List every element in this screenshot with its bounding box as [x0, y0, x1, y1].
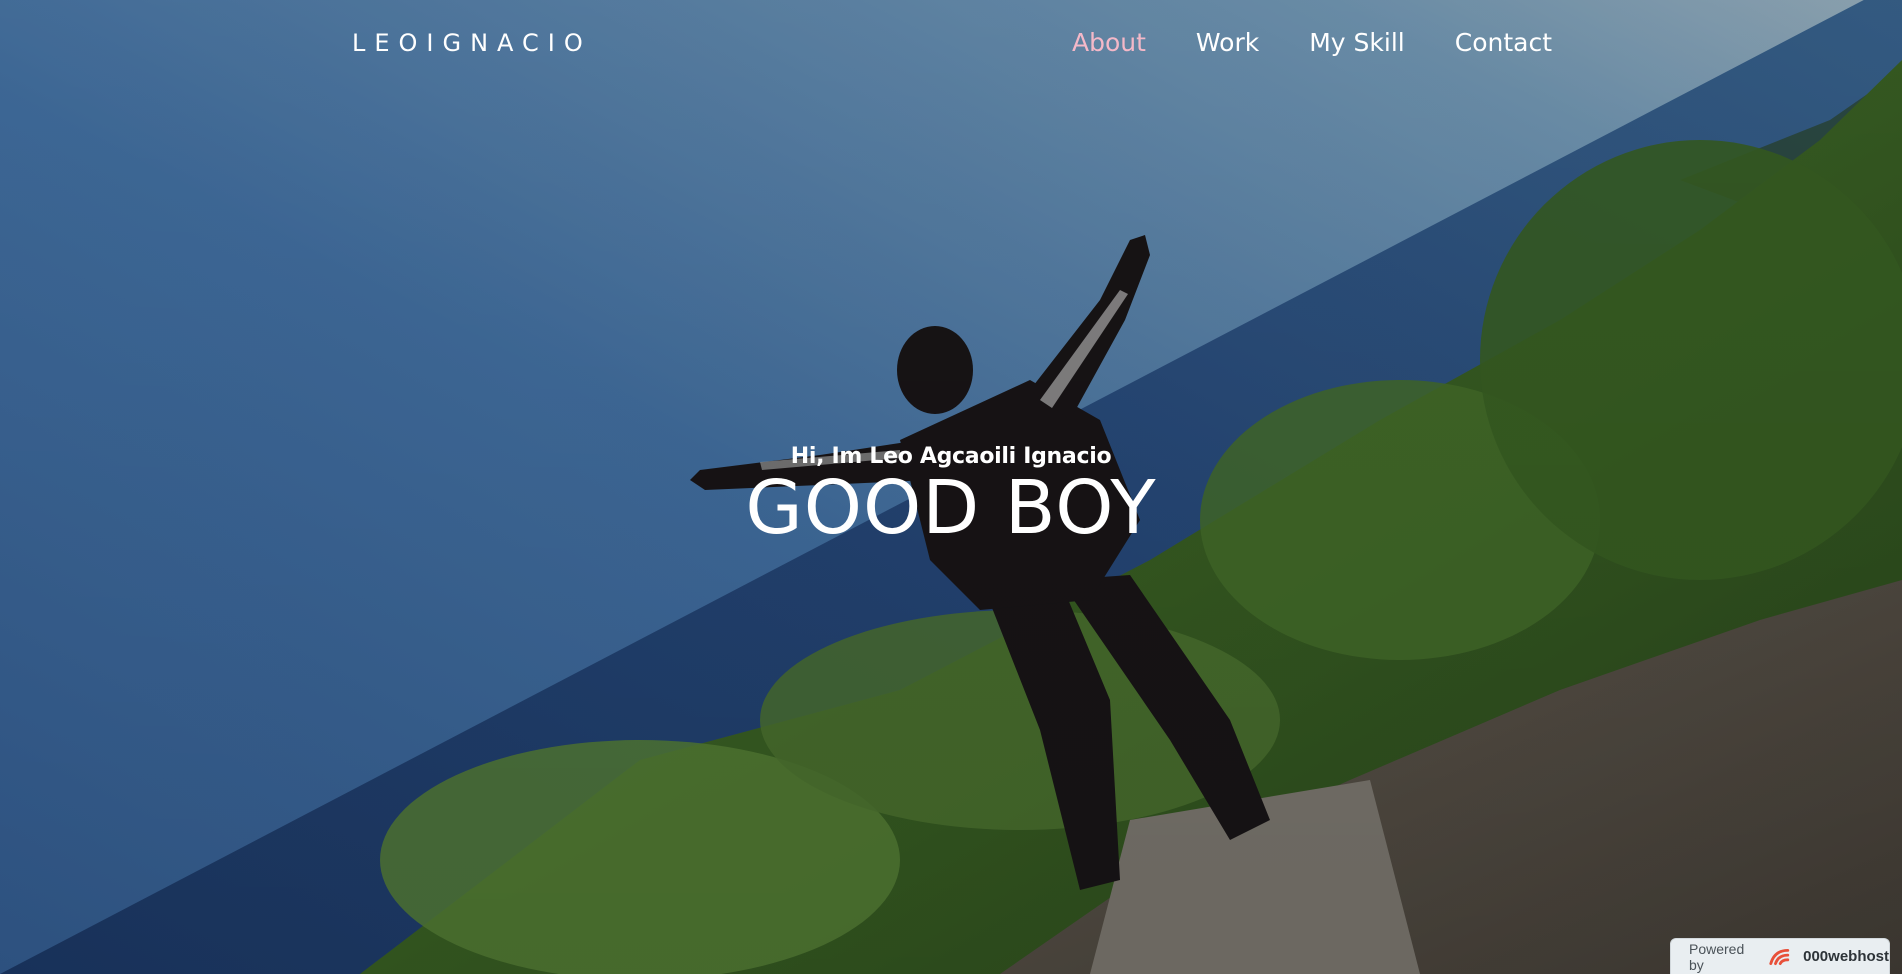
- nav-link-work[interactable]: Work: [1196, 26, 1259, 60]
- main-nav: About Work My Skill Contact: [1072, 26, 1552, 60]
- hero-section: LEOIGNACIO About Work My Skill Contact H…: [0, 0, 1902, 974]
- hero-headline: GOOD BOY: [745, 465, 1157, 551]
- hero-text-block: Hi, Im Leo Agcaoili Ignacio GOOD BOY: [0, 440, 1902, 546]
- nav-link-contact[interactable]: Contact: [1455, 26, 1552, 60]
- powered-by-label: Powered by: [1689, 940, 1745, 973]
- 000webhost-logo-icon: [1769, 948, 1789, 965]
- top-navbar: LEOIGNACIO About Work My Skill Contact: [0, 0, 1902, 86]
- site-logo[interactable]: LEOIGNACIO: [352, 28, 592, 58]
- powered-by-brand: 000webhost: [1803, 948, 1889, 965]
- nav-link-my-skill[interactable]: My Skill: [1309, 26, 1405, 60]
- nav-link-about[interactable]: About: [1072, 26, 1146, 60]
- powered-by-badge[interactable]: Powered by 000webhost: [1670, 938, 1890, 974]
